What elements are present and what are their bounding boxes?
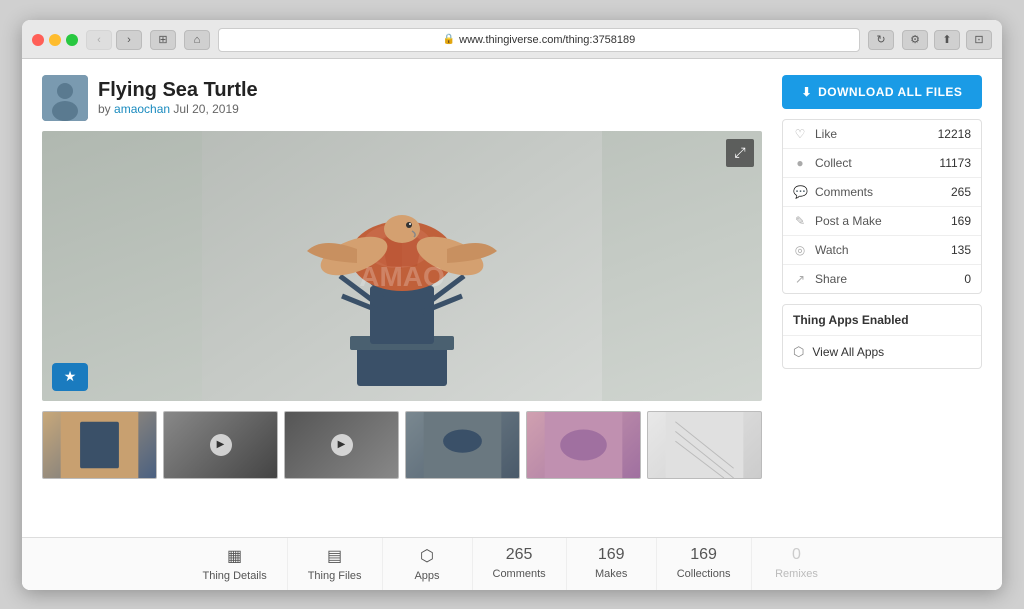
main-image: AMAO ⤢ ★ <box>42 131 762 401</box>
like-label: Like <box>815 127 930 141</box>
post-make-icon: ✎ <box>793 214 807 228</box>
author-avatar <box>42 75 88 121</box>
apps-header: Thing Apps Enabled <box>783 305 981 336</box>
comments-tab-label: Comments <box>493 568 546 580</box>
stats-list: ♡ Like 12218 ● Collect 11173 💬 Comments … <box>782 119 982 294</box>
author-link[interactable]: amaochan <box>114 102 170 116</box>
comments-label: Comments <box>815 185 943 199</box>
page-title: Flying Sea Turtle <box>98 79 258 102</box>
post-make-count: 169 <box>951 214 971 228</box>
share-count: 0 <box>964 272 971 286</box>
tab-collections[interactable]: 169 Collections <box>657 538 752 590</box>
comments-icon: 💬 <box>793 185 807 199</box>
thing-details-icon: ▦ <box>227 546 242 566</box>
view-all-apps-label: View All Apps <box>812 345 884 359</box>
stat-collect[interactable]: ● Collect 11173 <box>783 149 981 178</box>
forward-button[interactable]: › <box>116 30 142 50</box>
like-icon: ♡ <box>793 127 807 141</box>
url-text: www.thingiverse.com/thing:3758189 <box>459 34 635 46</box>
url-bar[interactable]: 🔒 www.thingiverse.com/thing:3758189 <box>218 28 860 52</box>
makes-count-display: 169 <box>598 546 625 564</box>
header-text: Flying Sea Turtle by amaochan Jul 20, 20… <box>98 79 258 116</box>
stat-post-make[interactable]: ✎ Post a Make 169 <box>783 207 981 236</box>
like-count: 12218 <box>938 127 971 141</box>
expand-button[interactable]: ⤢ <box>726 139 754 167</box>
thing-files-label: Thing Files <box>308 570 362 582</box>
thumbnail-1[interactable] <box>42 411 157 479</box>
back-button[interactable]: ‹ <box>86 30 112 50</box>
collections-tab-label: Collections <box>677 568 731 580</box>
collect-icon: ● <box>793 156 807 170</box>
stat-watch[interactable]: ◎ Watch 135 <box>783 236 981 265</box>
thumbnail-3[interactable]: ▶ <box>284 411 399 479</box>
tab-apps[interactable]: ⬡ Apps <box>383 538 473 590</box>
browser-chrome: ‹ › ⊞ ⌂ 🔒 www.thingiverse.com/thing:3758… <box>22 20 1002 59</box>
minimize-button[interactable] <box>49 34 61 46</box>
play-icon-1: ▶ <box>210 434 232 456</box>
close-button[interactable] <box>32 34 44 46</box>
post-date: Jul 20, 2019 <box>173 102 238 116</box>
remixes-tab-label: Remixes <box>775 568 818 580</box>
view-all-apps-button[interactable]: ⬡ View All Apps <box>783 336 981 368</box>
collections-count-display: 169 <box>690 546 717 564</box>
share-button[interactable]: ⬆ <box>934 30 960 50</box>
maximize-button[interactable] <box>66 34 78 46</box>
collect-label: Collect <box>815 156 931 170</box>
favorite-badge[interactable]: ★ <box>52 363 88 391</box>
right-column: ⬇ DOWNLOAD ALL FILES ♡ Like 12218 ● Coll… <box>782 75 982 521</box>
tab-thing-files[interactable]: ▤ Thing Files <box>288 538 383 590</box>
comments-count-display: 265 <box>506 546 533 564</box>
download-icon: ⬇ <box>802 85 813 99</box>
settings-button[interactable]: ⚙ <box>902 30 928 50</box>
apps-section: Thing Apps Enabled ⬡ View All Apps <box>782 304 982 369</box>
remixes-count-display: 0 <box>792 546 801 564</box>
page-header: Flying Sea Turtle by amaochan Jul 20, 20… <box>42 75 762 121</box>
left-column: Flying Sea Turtle by amaochan Jul 20, 20… <box>42 75 762 521</box>
cube-icon: ⬡ <box>793 344 804 360</box>
thumbnail-5[interactable] <box>526 411 641 479</box>
thumbnail-6[interactable] <box>647 411 762 479</box>
download-all-files-button[interactable]: ⬇ DOWNLOAD ALL FILES <box>782 75 982 109</box>
tab-comments[interactable]: 265 Comments <box>473 538 567 590</box>
byline-prefix: by <box>98 102 111 116</box>
tab-thing-details[interactable]: ▦ Thing Details <box>183 538 288 590</box>
comments-count: 265 <box>951 185 971 199</box>
tab-remixes[interactable]: 0 Remixes <box>752 538 842 590</box>
bottom-tab-bar: ▦ Thing Details ▤ Thing Files ⬡ Apps 265… <box>22 537 1002 590</box>
byline: by amaochan Jul 20, 2019 <box>98 102 258 116</box>
collect-count: 11173 <box>939 156 971 170</box>
apps-label: Apps <box>414 570 439 582</box>
thumbnail-2[interactable]: ▶ <box>163 411 278 479</box>
stat-like[interactable]: ♡ Like 12218 <box>783 120 981 149</box>
share-label: Share <box>815 272 956 286</box>
traffic-lights <box>32 34 78 46</box>
apps-icon: ⬡ <box>420 546 434 566</box>
thing-files-icon: ▤ <box>327 546 342 566</box>
browser-window: ‹ › ⊞ ⌂ 🔒 www.thingiverse.com/thing:3758… <box>22 20 1002 590</box>
thumbnail-strip: ▶ ▶ <box>42 411 762 479</box>
refresh-button[interactable]: ↻ <box>868 30 894 50</box>
play-icon-2: ▶ <box>331 434 353 456</box>
page-content: Flying Sea Turtle by amaochan Jul 20, 20… <box>22 59 1002 590</box>
watch-label: Watch <box>815 243 943 257</box>
watch-icon: ◎ <box>793 243 807 257</box>
makes-tab-label: Makes <box>595 568 627 580</box>
download-label: DOWNLOAD ALL FILES <box>818 85 962 99</box>
thing-details-label: Thing Details <box>203 570 267 582</box>
home-button[interactable]: ⌂ <box>184 30 210 50</box>
stat-comments[interactable]: 💬 Comments 265 <box>783 178 981 207</box>
more-button[interactable]: ⊡ <box>966 30 992 50</box>
share-icon: ↗ <box>793 272 807 286</box>
watch-count: 135 <box>951 243 971 257</box>
view-button[interactable]: ⊞ <box>150 30 176 50</box>
post-make-label: Post a Make <box>815 214 943 228</box>
lock-icon: 🔒 <box>443 34 455 45</box>
thumbnail-4[interactable] <box>405 411 520 479</box>
stat-share[interactable]: ↗ Share 0 <box>783 265 981 293</box>
tab-makes[interactable]: 169 Makes <box>567 538 657 590</box>
svg-text:AMAO: AMAO <box>359 261 445 292</box>
